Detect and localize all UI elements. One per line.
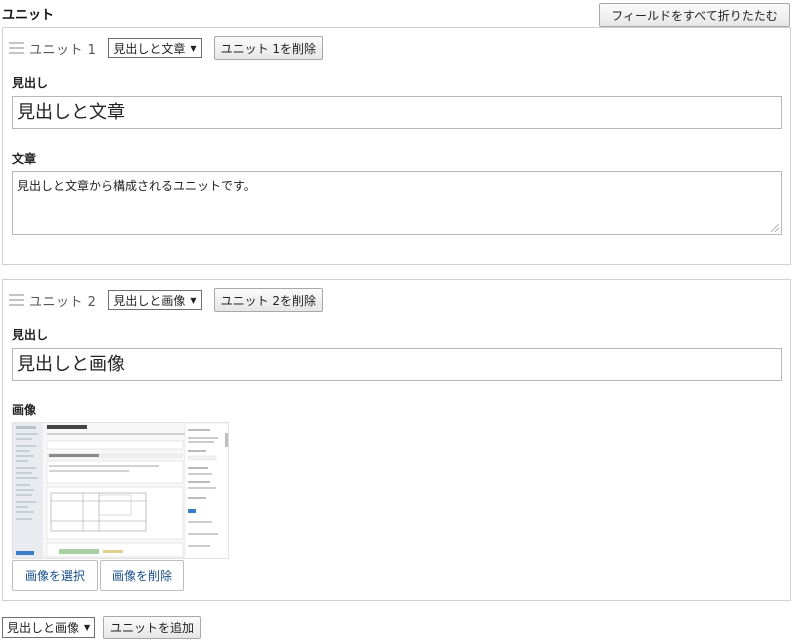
- section-title: ユニット: [2, 8, 55, 23]
- unit-header: ユニット 1 見出しと文章 ▼ ユニット 1を削除: [9, 36, 324, 60]
- collapse-all-button[interactable]: フィールドをすべて折りたたむ: [599, 3, 790, 27]
- unit-type-value: 見出しと画像: [113, 293, 186, 308]
- drag-handle-icon[interactable]: [9, 294, 24, 306]
- image-label: 画像: [12, 403, 37, 417]
- chevron-down-icon: ▼: [84, 623, 91, 632]
- chevron-down-icon: ▼: [190, 295, 197, 305]
- text-label: 文章: [12, 152, 37, 166]
- delete-unit-button[interactable]: ユニット 1を削除: [213, 36, 324, 60]
- delete-unit-button[interactable]: ユニット 2を削除: [213, 288, 324, 312]
- unit-type-select[interactable]: 見出しと画像 ▼: [108, 290, 202, 310]
- resize-grip-icon[interactable]: [771, 224, 779, 232]
- text-value: 見出しと文章から構成されるユニットです。: [17, 179, 256, 193]
- select-image-button[interactable]: 画像を選択: [12, 560, 98, 591]
- unit-label: ユニット 1: [29, 42, 97, 58]
- unit-panel-2: ユニット 2 見出しと画像 ▼ ユニット 2を削除 見出し 見出しと画像 画像: [2, 279, 791, 601]
- unit-type-value: 見出しと文章: [113, 41, 186, 56]
- chevron-down-icon: ▼: [190, 43, 197, 53]
- unit-type-select[interactable]: 見出しと文章 ▼: [108, 38, 202, 58]
- image-thumbnail: [12, 422, 229, 559]
- screenshot-thumbnail-image: [13, 423, 228, 558]
- drag-handle-icon[interactable]: [9, 42, 24, 54]
- heading-label: 見出し: [12, 328, 49, 342]
- text-textarea[interactable]: 見出しと文章から構成されるユニットです。: [12, 171, 782, 235]
- new-unit-type-value: 見出しと画像: [7, 621, 80, 635]
- delete-image-button[interactable]: 画像を削除: [100, 560, 184, 591]
- unit-label: ユニット 2: [29, 294, 97, 310]
- heading-input[interactable]: 見出しと文章: [12, 96, 782, 129]
- heading-input[interactable]: 見出しと画像: [12, 348, 782, 381]
- unit-panel-1: ユニット 1 見出しと文章 ▼ ユニット 1を削除 見出し 見出しと文章 文章 …: [2, 27, 791, 265]
- heading-label: 見出し: [12, 76, 49, 90]
- add-unit-button[interactable]: ユニットを追加: [103, 616, 202, 639]
- unit-header: ユニット 2 見出しと画像 ▼ ユニット 2を削除: [9, 288, 324, 312]
- new-unit-type-select[interactable]: 見出しと画像 ▼: [2, 617, 96, 638]
